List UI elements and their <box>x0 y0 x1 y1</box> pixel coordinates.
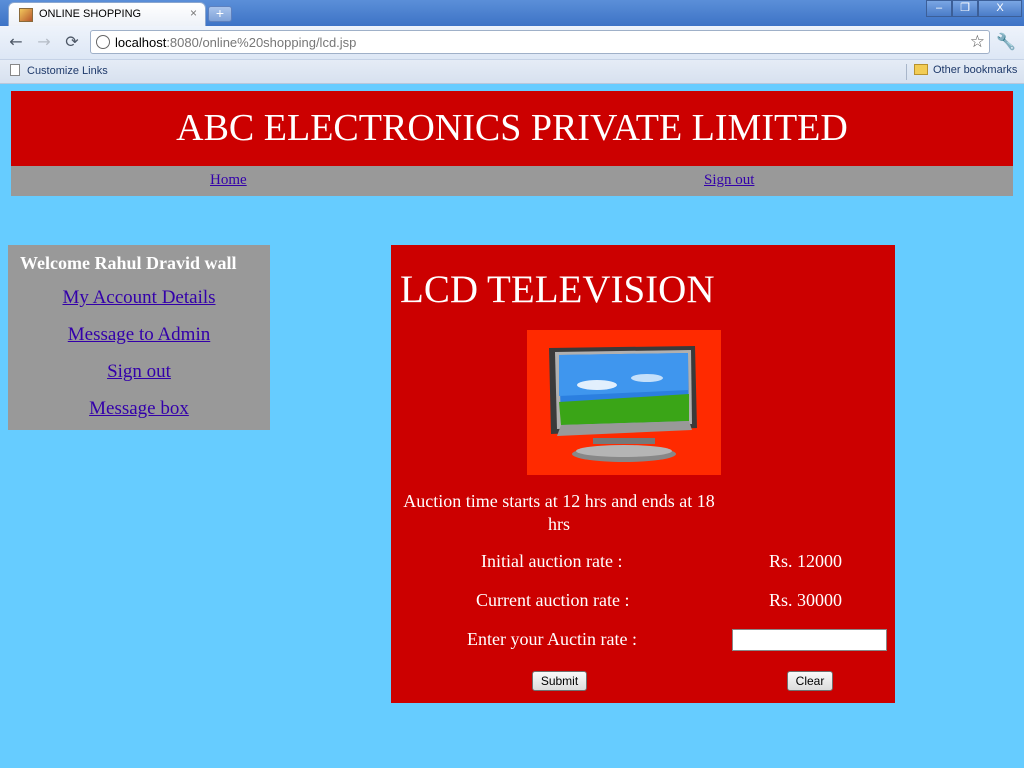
nav-home-link[interactable]: Home <box>210 172 247 189</box>
initial-rate-label: Initial auction rate : <box>481 551 623 571</box>
url-host: localhost <box>115 35 167 50</box>
url-path: :8080/online%20shopping/lcd.jsp <box>166 35 357 50</box>
bookmark-star-icon[interactable]: ☆ <box>970 32 985 52</box>
new-tab-button[interactable]: + <box>208 6 232 22</box>
other-bookmarks[interactable]: Other bookmarks <box>914 64 1017 76</box>
address-url: localhost:8080/online%20shopping/lcd.jsp <box>115 35 356 50</box>
bookmarks-separator <box>906 64 907 80</box>
tab-title: ONLINE SHOPPING <box>39 8 142 20</box>
current-rate-value: Rs. 30000 <box>769 590 843 610</box>
welcome-text: Welcome Rahul Dravid wall <box>20 253 237 273</box>
my-account-details-link[interactable]: My Account Details <box>8 287 270 309</box>
auction-rate-input[interactable] <box>732 629 887 651</box>
clear-button[interactable]: Clear <box>787 671 833 691</box>
globe-icon <box>96 35 110 49</box>
forward-button[interactable]: → <box>32 31 56 55</box>
nav-signout-link[interactable]: Sign out <box>704 172 754 189</box>
sidebar-signout-link[interactable]: Sign out <box>8 361 270 383</box>
folder-icon <box>914 64 928 75</box>
tv-icon <box>549 346 697 462</box>
top-nav: Home Sign out <box>11 166 1013 196</box>
submit-button[interactable]: Submit <box>532 671 587 691</box>
page-icon <box>10 64 20 76</box>
bookmarks-bar: Customize Links Other bookmarks <box>0 60 1024 84</box>
message-to-admin-link[interactable]: Message to Admin <box>8 324 270 346</box>
back-button[interactable]: ← <box>4 31 28 55</box>
browser-title-bar: ONLINE SHOPPING × + – ❐ X <box>0 0 1024 26</box>
initial-rate-value: Rs. 12000 <box>769 551 843 571</box>
product-title: LCD TELEVISION <box>400 268 715 311</box>
close-window-button[interactable]: X <box>978 0 1022 17</box>
wrench-icon[interactable]: 🔧 <box>996 32 1016 51</box>
customize-links-label: Customize Links <box>27 65 108 77</box>
customize-links-bookmark[interactable]: Customize Links <box>10 64 108 77</box>
tab-close-icon[interactable]: × <box>190 6 197 20</box>
auction-time-text: Auction time starts at 12 hrs and ends a… <box>403 491 715 534</box>
user-sidebar: Welcome Rahul Dravid wall My Account Det… <box>8 245 270 430</box>
tv-image <box>527 330 721 475</box>
message-box-link[interactable]: Message box <box>8 398 270 420</box>
address-bar[interactable]: localhost:8080/online%20shopping/lcd.jsp… <box>90 30 990 54</box>
other-bookmarks-label: Other bookmarks <box>933 64 1018 76</box>
minimize-button[interactable]: – <box>926 0 952 17</box>
site-banner: ABC ELECTRONICS PRIVATE LIMITED <box>11 91 1013 166</box>
current-rate-label: Current auction rate : <box>476 590 630 610</box>
browser-tab[interactable]: ONLINE SHOPPING × <box>8 2 206 26</box>
browser-toolbar: ← → ⟳ localhost:8080/online%20shopping/l… <box>0 26 1024 60</box>
restore-button[interactable]: ❐ <box>952 0 978 17</box>
favicon-icon <box>19 8 33 22</box>
window-controls: – ❐ X <box>926 0 1022 18</box>
reload-button[interactable]: ⟳ <box>60 31 84 55</box>
enter-rate-label: Enter your Auctin rate : <box>467 629 637 649</box>
product-panel: LCD TELEVISION Auction time starts at 12… <box>391 245 895 703</box>
